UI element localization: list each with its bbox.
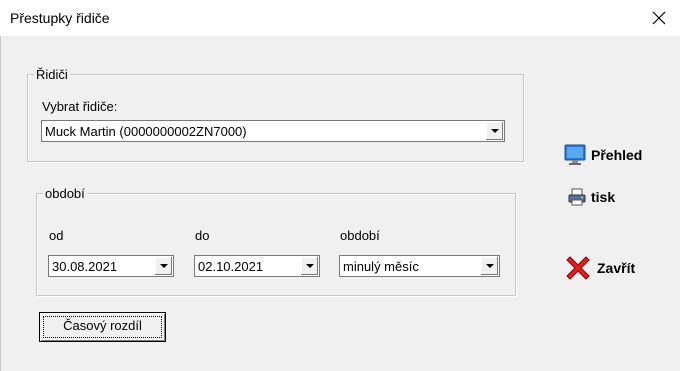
monitor-icon bbox=[564, 144, 586, 165]
to-date-label: do bbox=[195, 228, 210, 243]
red-x-icon bbox=[566, 256, 590, 280]
from-date-value: 30.08.2021 bbox=[52, 259, 118, 274]
window-border bbox=[0, 36, 1, 371]
chevron-down-icon bbox=[159, 264, 168, 268]
period-select-dropdown-button[interactable] bbox=[480, 257, 498, 275]
title-bar: Přestupky řidiče bbox=[0, 0, 680, 36]
close-icon bbox=[652, 11, 666, 25]
window-title: Přestupky řidiče bbox=[10, 10, 110, 26]
to-date-picker[interactable]: 02.10.2021 bbox=[194, 255, 320, 277]
period-label: období bbox=[340, 228, 380, 243]
chevron-down-icon bbox=[490, 129, 499, 133]
time-difference-button-label: Časový rozdíl bbox=[43, 316, 162, 338]
time-difference-button[interactable]: Časový rozdíl bbox=[39, 312, 166, 342]
overview-label: Přehled bbox=[591, 147, 643, 163]
overview-button[interactable]: Přehled bbox=[563, 143, 642, 167]
period-group: období bbox=[36, 186, 516, 296]
window-close-button[interactable] bbox=[638, 0, 680, 36]
drivers-group: Řidiči bbox=[27, 67, 524, 162]
period-group-legend: období bbox=[43, 186, 87, 201]
from-date-label: od bbox=[49, 228, 64, 243]
to-date-value: 02.10.2021 bbox=[198, 259, 264, 274]
printer-icon bbox=[568, 188, 586, 206]
period-select-value: minulý měsíc bbox=[343, 259, 419, 274]
close-dialog-label: Zavřít bbox=[597, 260, 636, 276]
driver-select-value: Muck Martin (0000000002ZN7000) bbox=[45, 124, 247, 139]
from-date-picker[interactable]: 30.08.2021 bbox=[48, 255, 174, 277]
drivers-group-legend: Řidiči bbox=[34, 67, 70, 82]
from-date-dropdown-button[interactable] bbox=[154, 257, 172, 275]
print-label: tisk bbox=[591, 189, 616, 205]
close-dialog-button[interactable]: Zavřít bbox=[563, 253, 635, 283]
print-button[interactable]: tisk bbox=[567, 187, 615, 207]
select-driver-label: Vybrat řidiče: bbox=[42, 99, 118, 114]
driver-select-dropdown-button[interactable] bbox=[485, 122, 503, 140]
chevron-down-icon bbox=[485, 264, 494, 268]
to-date-dropdown-button[interactable] bbox=[300, 257, 318, 275]
driver-select[interactable]: Muck Martin (0000000002ZN7000) bbox=[41, 120, 505, 142]
period-select[interactable]: minulý měsíc bbox=[339, 255, 500, 277]
chevron-down-icon bbox=[305, 264, 314, 268]
